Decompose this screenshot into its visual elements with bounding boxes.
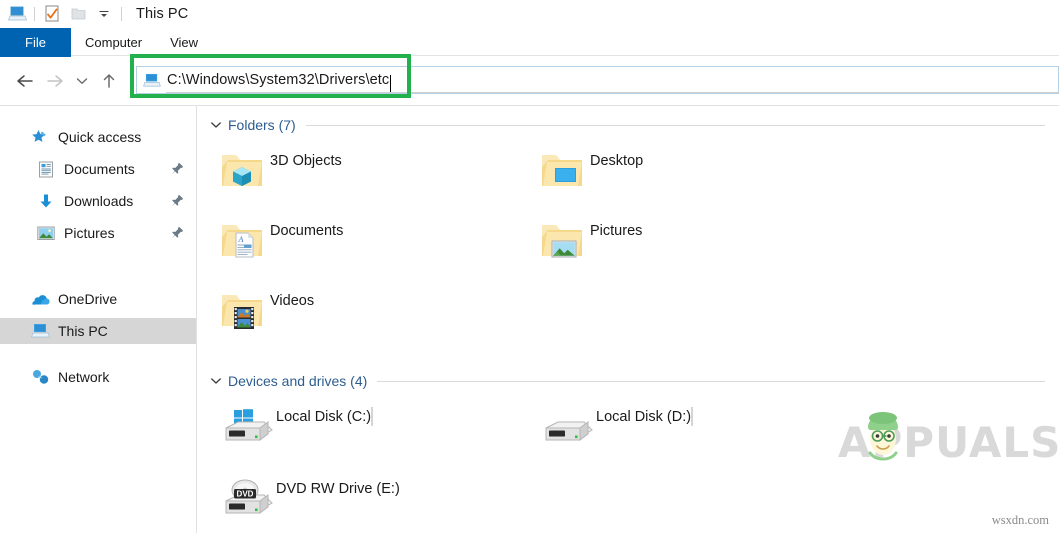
chevron-down-icon[interactable] xyxy=(208,373,224,389)
sidebar-item-downloads[interactable]: Downloads xyxy=(0,188,196,214)
recent-locations-chevron-icon[interactable] xyxy=(70,65,94,97)
folder-pictures-icon xyxy=(534,214,590,266)
hard-drive-icon xyxy=(534,402,596,456)
folder-item-pictures[interactable]: Pictures xyxy=(534,212,854,282)
sidebar-item-documents[interactable]: Documents xyxy=(0,156,196,182)
pictures-icon xyxy=(36,224,56,242)
group-header-label: Folders (7) xyxy=(228,117,296,133)
pin-icon[interactable] xyxy=(170,225,184,239)
drive-capacity-bar xyxy=(371,407,374,426)
folder-item-documents[interactable]: A Documents xyxy=(214,212,534,282)
folder-item-desktop[interactable]: Desktop xyxy=(534,142,854,212)
windows-drive-icon xyxy=(214,402,276,456)
qat-divider-1 xyxy=(34,7,35,21)
properties-icon[interactable] xyxy=(39,2,65,26)
drive-item-local-disk-d[interactable]: Local Disk (D:) xyxy=(534,402,854,474)
sidebar-item-label: Documents xyxy=(64,161,135,177)
group-header-folders[interactable]: Folders (7) xyxy=(198,114,1059,136)
drive-item-local-disk-c[interactable]: Local Disk (C:) xyxy=(214,402,534,474)
sidebar-item-this-pc[interactable]: This PC xyxy=(0,318,196,344)
address-bar-path: C:\Windows\System32\Drivers\etc xyxy=(167,72,390,88)
dvd-drive-icon: DVD xyxy=(214,474,276,528)
folder-item-label: Videos xyxy=(270,293,315,309)
folder-item-label: Desktop xyxy=(590,153,644,169)
new-folder-icon[interactable] xyxy=(65,2,91,26)
svg-text:A: A xyxy=(238,235,244,244)
ribbon-divider xyxy=(0,55,1059,56)
tab-file[interactable]: File xyxy=(0,28,71,56)
sidebar-item-label: Downloads xyxy=(64,193,134,209)
appuals-watermark: APPUALS xyxy=(838,412,1059,467)
folder-item-3d-objects[interactable]: 3D Objects xyxy=(214,142,534,212)
drive-item-label: DVD RW Drive (E:) xyxy=(276,481,400,497)
file-list-pane: Folders (7) 3D Objects Desktop A Documen… xyxy=(198,106,1059,533)
drive-capacity-bar xyxy=(691,407,694,426)
tab-computer[interactable]: Computer xyxy=(71,28,156,56)
drive-item-label: Local Disk (D:) xyxy=(596,409,692,425)
chevron-down-icon[interactable] xyxy=(208,117,224,133)
folder-videos-icon xyxy=(214,284,270,336)
folder-item-label: Documents xyxy=(270,223,344,239)
sidebar-item-label: Pictures xyxy=(64,225,115,241)
folder-3d-objects-icon xyxy=(214,144,270,196)
sidebar-item-quick-access[interactable]: Quick access xyxy=(0,124,196,150)
group-header-rule xyxy=(305,124,1045,126)
network-icon xyxy=(30,368,50,386)
tab-view[interactable]: View xyxy=(156,28,212,56)
sidebar-item-label: Quick access xyxy=(58,129,142,145)
group-header-devices[interactable]: Devices and drives (4) xyxy=(198,370,1059,392)
address-bar-this-pc-icon xyxy=(143,73,161,88)
file-explorer-window: This PC File Computer View C:\Windows\Sy… xyxy=(0,0,1059,533)
folder-documents-icon: A xyxy=(214,214,270,266)
pin-icon[interactable] xyxy=(170,193,184,207)
documents-icon xyxy=(36,160,56,178)
address-bar[interactable]: C:\Windows\System32\Drivers\etc xyxy=(136,66,1059,94)
site-credit-text: wsxdn.com xyxy=(991,513,1049,527)
sidebar-item-label: This PC xyxy=(58,323,108,339)
qat-divider-2 xyxy=(121,7,122,21)
onedrive-cloud-icon xyxy=(30,290,50,308)
appuals-mascot-icon xyxy=(860,409,906,471)
sidebar-item-network[interactable]: Network xyxy=(0,364,196,390)
group-header-rule xyxy=(377,380,1045,382)
folder-item-videos[interactable]: Videos xyxy=(214,282,534,352)
title-bar: This PC xyxy=(0,0,1059,28)
back-button[interactable] xyxy=(10,65,40,97)
pin-icon[interactable] xyxy=(170,161,184,175)
this-pc-icon xyxy=(30,322,50,340)
drive-item-label: Local Disk (C:) xyxy=(276,409,372,425)
folders-grid: 3D Objects Desktop A Documents Pictures … xyxy=(198,136,1059,352)
sidebar-item-onedrive[interactable]: OneDrive xyxy=(0,286,196,312)
text-caret xyxy=(390,74,392,92)
folder-item-label: 3D Objects xyxy=(270,153,342,169)
sidebar-item-label: Network xyxy=(58,369,110,385)
group-header-label: Devices and drives (4) xyxy=(228,373,368,389)
svg-text:DVD: DVD xyxy=(237,489,254,498)
forward-button[interactable] xyxy=(40,65,70,97)
drive-item-dvd-rw-e[interactable]: DVD DVD RW Drive (E:) xyxy=(214,474,534,533)
sidebar-item-label: OneDrive xyxy=(58,291,118,307)
window-title: This PC xyxy=(136,6,189,22)
address-bar-inner-divider xyxy=(166,92,1059,93)
downloads-arrow-icon xyxy=(36,192,56,210)
ribbon-tab-bar: File Computer View xyxy=(0,28,1059,56)
quick-access-toolbar xyxy=(0,2,126,26)
up-button[interactable] xyxy=(94,65,124,97)
star-pin-icon xyxy=(30,128,50,146)
this-pc-icon[interactable] xyxy=(4,2,30,26)
folder-desktop-icon xyxy=(534,144,590,196)
navigation-pane: Quick access Documents Downloads Picture… xyxy=(0,106,197,533)
folder-item-label: Pictures xyxy=(590,223,643,239)
sidebar-item-pictures[interactable]: Pictures xyxy=(0,220,196,246)
customize-chevron-icon[interactable] xyxy=(91,2,117,26)
